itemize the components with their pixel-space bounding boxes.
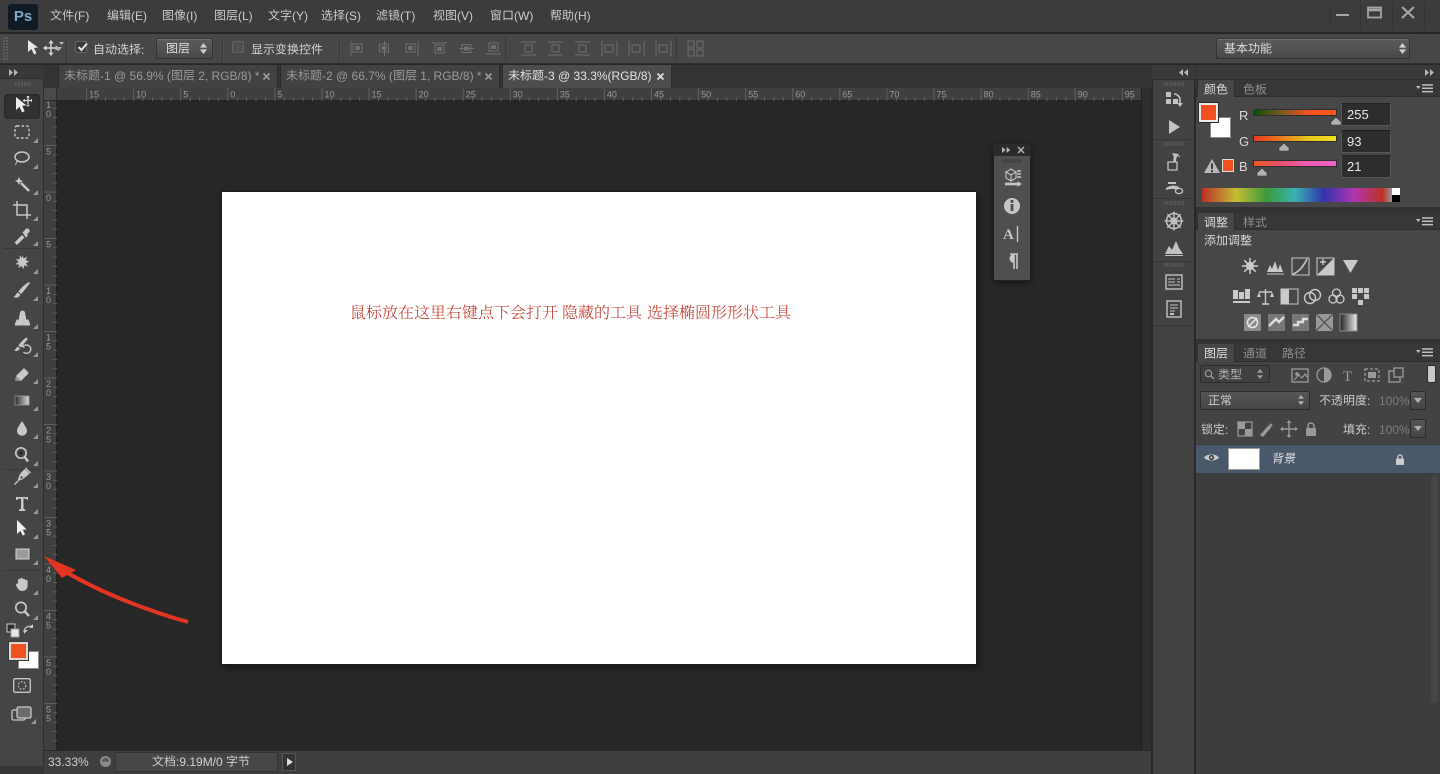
svg-text:0: 0 — [230, 90, 235, 100]
svg-text:5: 5 — [277, 90, 282, 100]
svg-text:15: 15 — [372, 90, 382, 100]
svg-text:65: 65 — [842, 90, 852, 100]
svg-text:A: A — [1003, 227, 1014, 243]
svg-text:5: 5 — [46, 240, 51, 250]
svg-text:35: 35 — [560, 90, 570, 100]
svg-text:5: 5 — [46, 342, 51, 352]
svg-text:40: 40 — [607, 90, 617, 100]
svg-text:55: 55 — [748, 90, 758, 100]
svg-text:15: 15 — [89, 90, 99, 100]
svg-text:95: 95 — [1125, 90, 1135, 100]
svg-text:20: 20 — [419, 90, 429, 100]
svg-text:45: 45 — [654, 90, 664, 100]
svg-text:30: 30 — [513, 90, 523, 100]
svg-text:85: 85 — [1031, 90, 1041, 100]
svg-text:70: 70 — [889, 90, 899, 100]
svg-text:0: 0 — [46, 109, 51, 119]
svg-text:0: 0 — [46, 388, 51, 398]
svg-text:5: 5 — [46, 714, 51, 724]
svg-text:10: 10 — [325, 90, 335, 100]
svg-text:5: 5 — [183, 90, 188, 100]
svg-text:90: 90 — [1078, 90, 1088, 100]
svg-text:25: 25 — [466, 90, 476, 100]
svg-text:80: 80 — [984, 90, 994, 100]
svg-text:0: 0 — [46, 295, 51, 305]
svg-text:0: 0 — [46, 667, 51, 677]
svg-text:0: 0 — [46, 481, 51, 491]
svg-text:75: 75 — [937, 90, 947, 100]
svg-text:10: 10 — [136, 90, 146, 100]
svg-text:0: 0 — [46, 193, 51, 203]
svg-text:T: T — [1343, 369, 1352, 385]
svg-text:5: 5 — [46, 528, 51, 538]
svg-text:5: 5 — [46, 435, 51, 445]
svg-text:50: 50 — [701, 90, 711, 100]
svg-text:60: 60 — [795, 90, 805, 100]
svg-text:5: 5 — [46, 147, 51, 157]
